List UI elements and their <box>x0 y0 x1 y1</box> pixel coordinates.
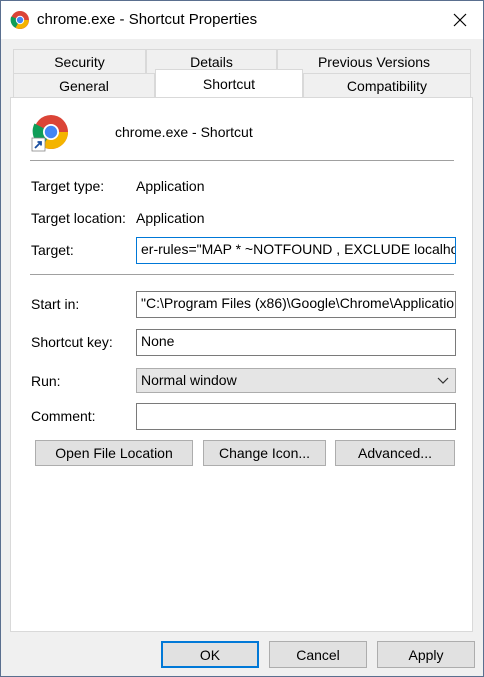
chrome-icon <box>10 11 29 29</box>
close-icon <box>453 13 467 27</box>
properties-window: chrome.exe - Shortcut Properties Securit… <box>0 0 484 677</box>
button-label: OK <box>199 646 221 663</box>
tab-label: Shortcut <box>202 75 256 92</box>
tab-label: Compatibility <box>346 77 428 94</box>
advanced-button[interactable]: Advanced... <box>335 440 455 466</box>
tab-previous-versions[interactable]: Previous Versions <box>277 49 471 73</box>
tab-label: Details <box>190 53 233 70</box>
change-icon-button[interactable]: Change Icon... <box>203 440 326 466</box>
shortcut-name: chrome.exe - Shortcut <box>115 124 253 140</box>
tab-strip: Security Details Previous Versions Gener… <box>1 39 483 99</box>
button-label: Cancel <box>296 646 340 663</box>
tab-security[interactable]: Security <box>13 49 146 73</box>
comment-label: Comment: <box>31 408 96 424</box>
ok-button[interactable]: OK <box>161 641 259 668</box>
comment-field[interactable] <box>136 403 456 430</box>
target-type-label: Target type: <box>31 178 105 194</box>
cancel-button[interactable]: Cancel <box>269 641 367 668</box>
target-location-label: Target location: <box>31 210 126 226</box>
shortcut-key-field[interactable]: None <box>136 329 456 356</box>
button-label: Apply <box>408 646 444 663</box>
button-label: Change Icon... <box>218 445 311 461</box>
start-in-field[interactable]: "C:\Program Files (x86)\Google\Chrome\Ap… <box>136 291 456 318</box>
run-select[interactable]: Normal window <box>136 368 456 393</box>
start-in-field-text: "C:\Program Files (x86)\Google\Chrome\Ap… <box>141 295 456 311</box>
button-label: Open File Location <box>55 445 173 461</box>
chevron-down-icon <box>437 377 449 384</box>
run-label: Run: <box>31 373 61 389</box>
target-field[interactable]: er-rules="MAP * ~NOTFOUND , EXCLUDE loca… <box>136 237 456 264</box>
button-label: Advanced... <box>358 445 432 461</box>
tab-compatibility[interactable]: Compatibility <box>303 73 471 97</box>
target-field-text: er-rules="MAP * ~NOTFOUND , EXCLUDE loca… <box>141 241 456 257</box>
target-label: Target: <box>31 242 74 258</box>
tab-shortcut[interactable]: Shortcut <box>155 69 303 97</box>
chrome-shortcut-icon <box>31 115 68 152</box>
apply-button[interactable]: Apply <box>377 641 475 668</box>
run-select-value: Normal window <box>141 372 237 388</box>
title-bar[interactable]: chrome.exe - Shortcut Properties <box>1 1 483 39</box>
target-location-value: Application <box>136 210 205 226</box>
shortcut-panel: chrome.exe - Shortcut Target type: Appli… <box>10 97 473 632</box>
open-file-location-button[interactable]: Open File Location <box>35 440 193 466</box>
tab-label: General <box>59 77 109 94</box>
tab-label: Security <box>54 53 105 70</box>
shortcut-key-label: Shortcut key: <box>31 334 113 350</box>
shortcut-key-field-text: None <box>141 333 175 349</box>
divider <box>30 274 454 275</box>
start-in-label: Start in: <box>31 296 80 312</box>
target-type-value: Application <box>136 178 205 194</box>
close-button[interactable] <box>437 1 483 39</box>
divider <box>30 160 454 161</box>
tab-general[interactable]: General <box>13 73 155 97</box>
window-title: chrome.exe - Shortcut Properties <box>37 11 258 28</box>
tab-label: Previous Versions <box>317 53 431 70</box>
